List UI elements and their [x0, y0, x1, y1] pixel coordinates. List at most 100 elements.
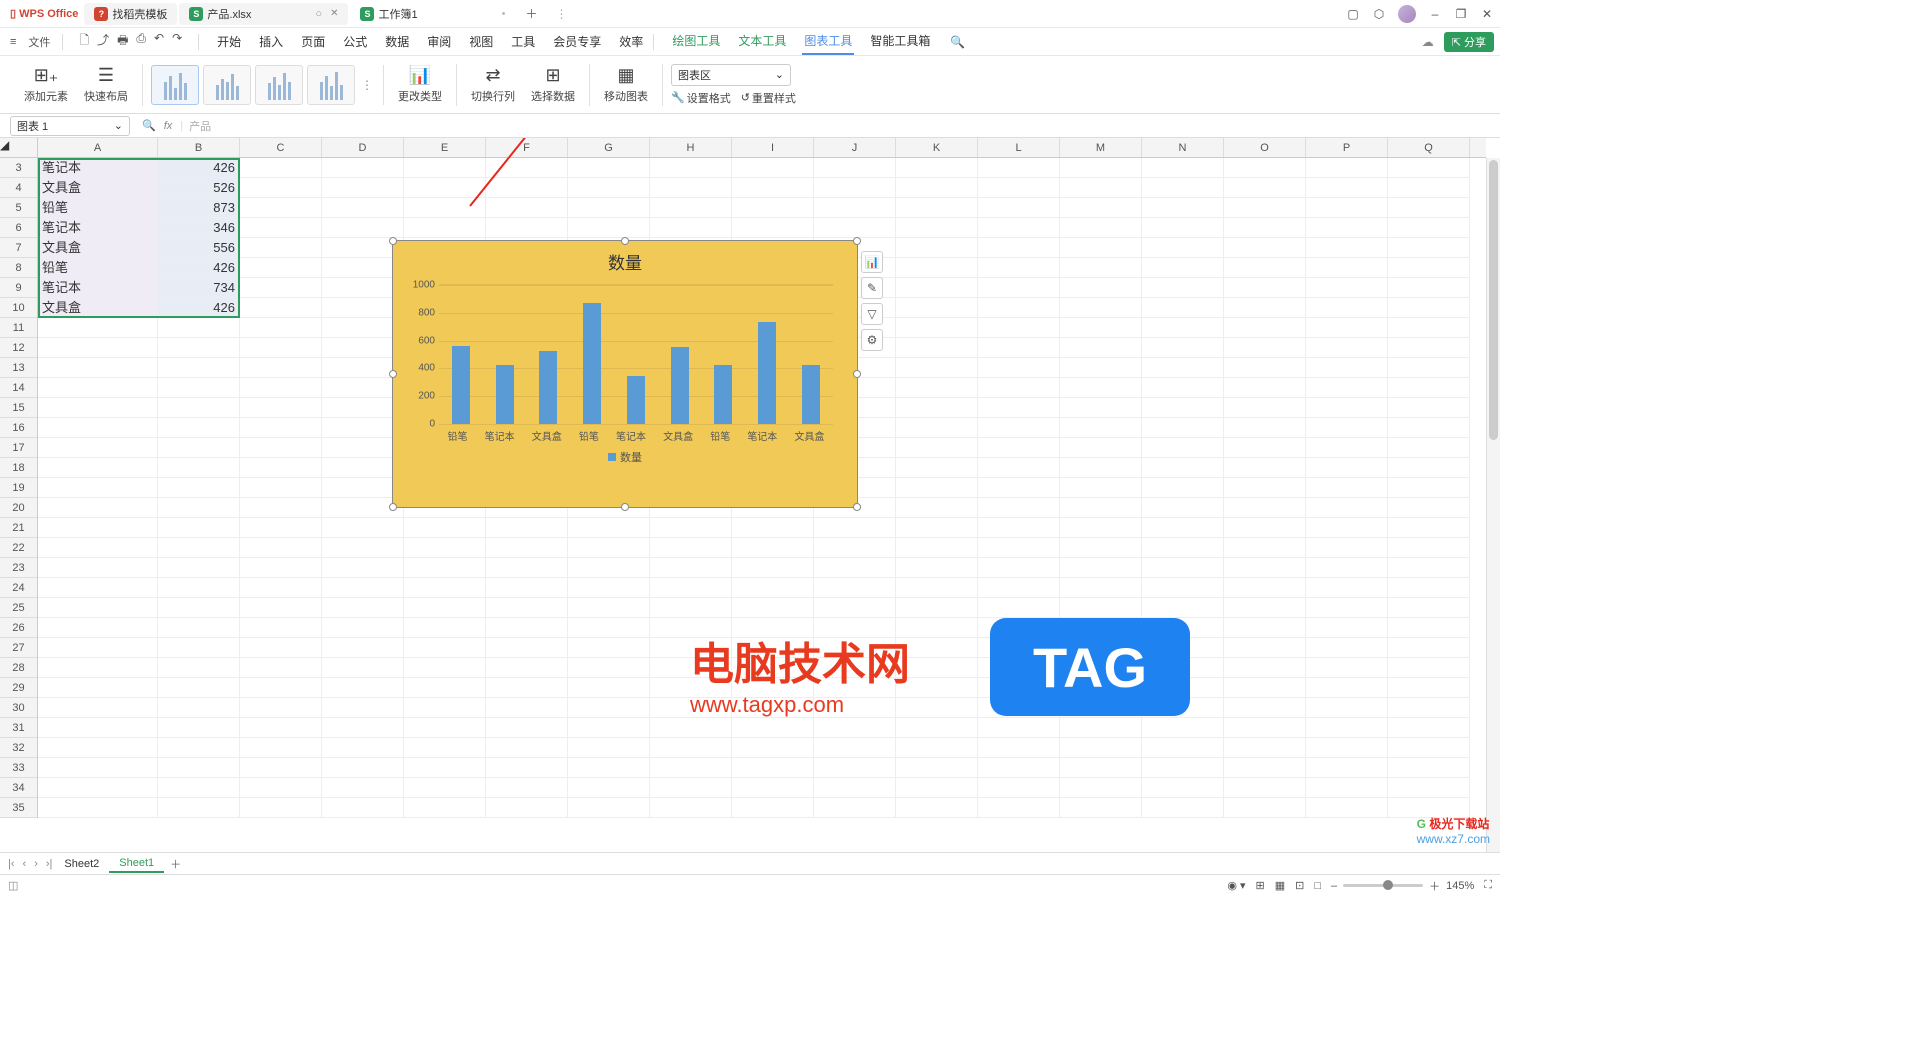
cell[interactable]	[896, 158, 978, 178]
cell[interactable]	[1388, 318, 1470, 338]
cell[interactable]	[1388, 398, 1470, 418]
row-header[interactable]: 24	[0, 578, 37, 598]
resize-handle[interactable]	[389, 370, 397, 378]
cell[interactable]	[978, 418, 1060, 438]
cell[interactable]	[404, 778, 486, 798]
cell[interactable]	[1224, 418, 1306, 438]
cell[interactable]	[158, 478, 240, 498]
row-header[interactable]: 31	[0, 718, 37, 738]
resize-handle[interactable]	[621, 503, 629, 511]
cell[interactable]	[814, 738, 896, 758]
cell[interactable]	[486, 658, 568, 678]
cell[interactable]	[814, 618, 896, 638]
row-header[interactable]: 35	[0, 798, 37, 818]
cell[interactable]	[1060, 558, 1142, 578]
cell[interactable]	[240, 258, 322, 278]
cell[interactable]	[1388, 718, 1470, 738]
row-header[interactable]: 13	[0, 358, 37, 378]
cell[interactable]	[1060, 698, 1142, 718]
cell[interactable]	[650, 698, 732, 718]
cell[interactable]	[240, 158, 322, 178]
cell[interactable]	[486, 158, 568, 178]
cell[interactable]	[158, 398, 240, 418]
cell[interactable]	[732, 218, 814, 238]
cell[interactable]	[896, 618, 978, 638]
cell[interactable]	[568, 778, 650, 798]
cell[interactable]	[404, 518, 486, 538]
cell[interactable]	[896, 498, 978, 518]
chart-styles-gallery[interactable]: ⋮	[143, 65, 384, 105]
cell[interactable]	[1306, 258, 1388, 278]
view-normal-icon[interactable]: ⊞	[1256, 879, 1265, 892]
cell[interactable]	[486, 698, 568, 718]
cell[interactable]	[486, 518, 568, 538]
cell[interactable]	[38, 758, 158, 778]
add-sheet-button[interactable]: ＋	[164, 856, 187, 872]
cell[interactable]	[896, 258, 978, 278]
cell[interactable]	[1306, 158, 1388, 178]
cell[interactable]	[486, 578, 568, 598]
cell[interactable]	[1388, 538, 1470, 558]
cell[interactable]	[896, 338, 978, 358]
col-header[interactable]: E	[404, 138, 486, 157]
formula-input[interactable]: 产品	[189, 118, 1500, 134]
cell[interactable]	[240, 398, 322, 418]
cell[interactable]	[650, 638, 732, 658]
cell[interactable]	[158, 458, 240, 478]
cell[interactable]	[322, 198, 404, 218]
cell[interactable]	[732, 638, 814, 658]
cell[interactable]	[486, 678, 568, 698]
cell[interactable]	[732, 698, 814, 718]
cell[interactable]	[568, 158, 650, 178]
cell[interactable]	[978, 218, 1060, 238]
cell[interactable]	[1306, 698, 1388, 718]
cell[interactable]: 笔记本	[38, 158, 158, 178]
cell[interactable]	[1388, 298, 1470, 318]
cell[interactable]	[1142, 798, 1224, 818]
cell[interactable]	[896, 738, 978, 758]
col-header[interactable]: F	[486, 138, 568, 157]
cell[interactable]	[814, 158, 896, 178]
tab-templates[interactable]: ? 找稻壳模板	[84, 3, 177, 25]
cell[interactable]	[1388, 518, 1470, 538]
cell[interactable]	[322, 598, 404, 618]
cell[interactable]	[1142, 258, 1224, 278]
cell[interactable]	[1306, 278, 1388, 298]
cell[interactable]	[158, 378, 240, 398]
cell[interactable]	[896, 398, 978, 418]
cell[interactable]	[732, 538, 814, 558]
col-header[interactable]: Q	[1388, 138, 1470, 157]
cell[interactable]	[38, 698, 158, 718]
cell[interactable]	[1224, 598, 1306, 618]
cell[interactable]	[38, 358, 158, 378]
sheet-tab-sheet2[interactable]: Sheet2	[54, 856, 109, 872]
cell[interactable]	[568, 218, 650, 238]
cell[interactable]	[1142, 318, 1224, 338]
cell[interactable]	[1060, 378, 1142, 398]
cell[interactable]	[568, 798, 650, 818]
zoom-value[interactable]: 145%	[1446, 880, 1474, 892]
cell[interactable]	[978, 618, 1060, 638]
zoom-slider[interactable]	[1343, 884, 1423, 887]
cell[interactable]	[240, 438, 322, 458]
resize-handle[interactable]	[389, 237, 397, 245]
cell[interactable]	[38, 618, 158, 638]
cell[interactable]	[322, 738, 404, 758]
col-header[interactable]: O	[1224, 138, 1306, 157]
cell[interactable]	[1224, 538, 1306, 558]
cell[interactable]	[1142, 278, 1224, 298]
cell[interactable]	[978, 498, 1060, 518]
cell[interactable]	[1306, 218, 1388, 238]
cell[interactable]	[158, 358, 240, 378]
cell[interactable]: 426	[158, 158, 240, 178]
cell[interactable]	[404, 578, 486, 598]
cell[interactable]	[1060, 278, 1142, 298]
cell[interactable]	[1142, 398, 1224, 418]
chart-elements-icon[interactable]: 📊	[861, 251, 883, 273]
row-header[interactable]: 5	[0, 198, 37, 218]
cell[interactable]	[814, 638, 896, 658]
cell[interactable]	[896, 378, 978, 398]
cell[interactable]	[978, 738, 1060, 758]
cell[interactable]	[322, 658, 404, 678]
cube-icon[interactable]: ⬡	[1372, 7, 1386, 21]
